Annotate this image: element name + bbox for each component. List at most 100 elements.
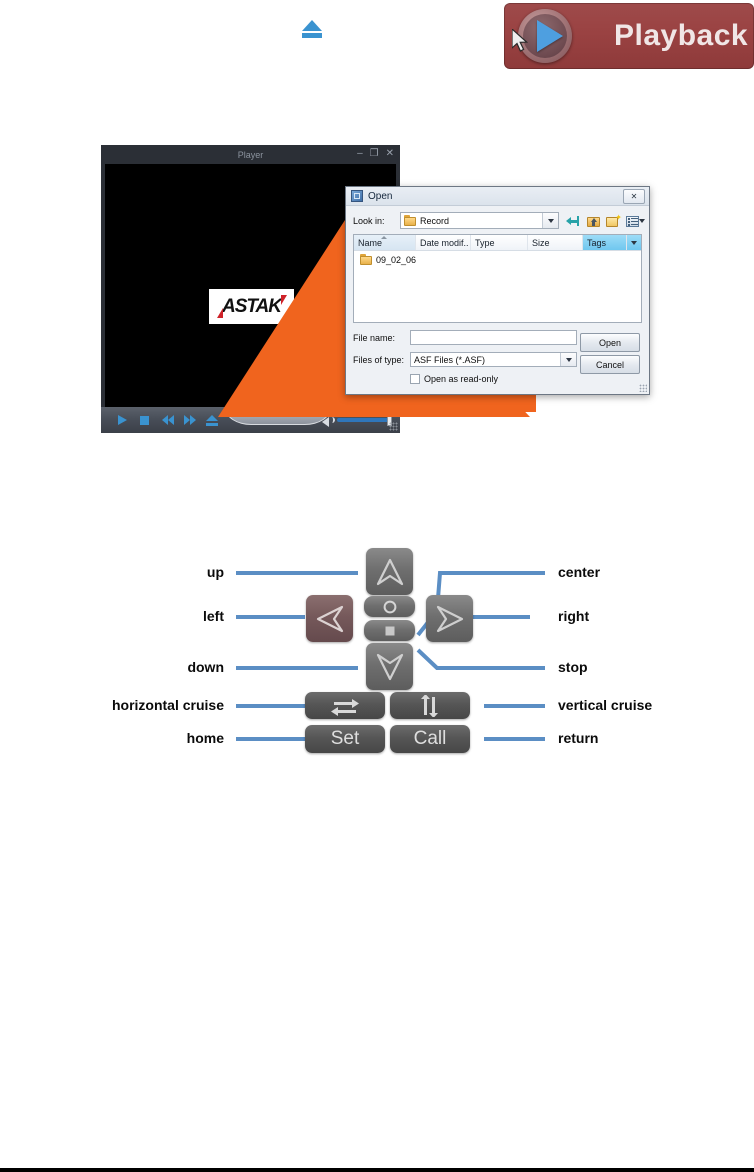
dialog-resize-grip[interactable] [639, 384, 647, 392]
page-canvas: Playback Player – ❐ ✕ ASTAK Open ✕ Look … [0, 0, 754, 1172]
close-button[interactable]: ✕ [386, 148, 394, 160]
look-in-row: Look in: Record ✦ [353, 212, 645, 229]
column-header-name[interactable]: Name [354, 235, 416, 250]
eject-icon [300, 20, 324, 44]
ptz-label-horizontal-cruise: horizontal cruise [111, 697, 224, 713]
ptz-label-stop: stop [558, 659, 588, 675]
column-header-tags-label: Tags [587, 237, 607, 248]
set-button-label: Set [330, 728, 360, 749]
eject-triangle [302, 20, 322, 31]
ptz-control-diagram: up left down horizontal cruise home cent… [0, 540, 754, 770]
fast-forward-button[interactable] [184, 414, 196, 426]
mouse-cursor-icon [512, 29, 528, 52]
playback-badge[interactable]: Playback [504, 3, 754, 69]
folder-icon [404, 215, 416, 226]
open-dialog-title: Open [368, 190, 393, 202]
views-icon[interactable] [625, 213, 645, 229]
files-of-type-dropdown-arrow[interactable] [560, 353, 576, 366]
astak-logo: ASTAK [209, 289, 294, 324]
up-button[interactable] [366, 548, 413, 595]
new-folder-icon[interactable]: ✦ [605, 213, 622, 229]
left-button[interactable] [306, 595, 353, 642]
files-of-type-label: Files of type: [353, 354, 405, 365]
open-button[interactable]: Open [580, 333, 640, 352]
eject-button[interactable] [206, 414, 218, 426]
files-of-type-value: ASF Files (*.ASF) [414, 354, 486, 365]
player-titlebar: Player – ❐ ✕ [101, 145, 400, 164]
right-button[interactable] [426, 595, 473, 642]
stop-button[interactable] [364, 620, 415, 641]
back-icon[interactable] [565, 213, 582, 229]
ptz-label-return: return [558, 730, 599, 746]
player-window-buttons: – ❐ ✕ [357, 148, 394, 160]
horizontal-arrows-icon [331, 698, 359, 716]
column-header-size[interactable]: Size [528, 235, 583, 250]
sort-ascending-icon [381, 236, 387, 239]
column-header-date-label: Date modif.. [420, 237, 469, 248]
down-arrow-icon [376, 653, 403, 680]
stop-button[interactable] [140, 414, 152, 426]
resize-grip[interactable] [389, 422, 398, 431]
right-arrow-icon [436, 605, 463, 632]
column-header-date[interactable]: Date modif.. [416, 235, 471, 250]
volume-icon [322, 415, 335, 427]
column-header-type-label: Type [475, 237, 495, 248]
seek-bar[interactable] [225, 408, 331, 433]
player-transport-controls [118, 414, 218, 426]
open-dialog: Open ✕ Look in: Record ✦ Name Date modif… [345, 186, 650, 395]
eject-bar [302, 33, 322, 38]
column-options-arrow[interactable] [627, 235, 641, 250]
square-icon [385, 626, 394, 635]
player-title: Player [237, 149, 264, 160]
call-button[interactable]: Call [390, 725, 470, 753]
horizontal-cruise-button[interactable] [305, 692, 385, 719]
ptz-label-left: left [203, 608, 224, 624]
up-arrow-icon [376, 558, 403, 585]
minimize-button[interactable]: – [357, 148, 363, 160]
look-in-dropdown-arrow[interactable] [542, 213, 558, 228]
rewind-button[interactable] [162, 414, 174, 426]
call-button-label: Call [413, 728, 447, 749]
list-item[interactable]: 09_02_06 [354, 251, 641, 265]
astak-accent-right [281, 295, 287, 305]
open-as-read-only-label: Open as read-only [424, 374, 499, 384]
dialog-app-icon [351, 190, 363, 202]
volume-slider[interactable] [337, 414, 392, 426]
column-header-tags[interactable]: Tags [583, 235, 627, 250]
open-as-read-only-checkbox[interactable] [410, 374, 420, 384]
player-control-bar [101, 407, 400, 433]
read-only-row: Open as read-only [353, 374, 642, 384]
volume-control[interactable] [322, 414, 392, 427]
column-header-size-label: Size [532, 237, 550, 248]
ptz-label-vertical-cruise: vertical cruise [558, 697, 653, 713]
ptz-label-center: center [558, 564, 601, 580]
file-list-headers: Name Date modif.. Type Size Tags [354, 235, 641, 251]
down-button[interactable] [366, 643, 413, 690]
file-name-input[interactable] [410, 330, 577, 345]
left-arrow-icon [316, 605, 343, 632]
cancel-button[interactable]: Cancel [580, 355, 640, 374]
look-in-label: Look in: [353, 215, 385, 226]
dialog-close-button[interactable]: ✕ [623, 188, 645, 204]
page-bottom-rule [0, 1168, 754, 1172]
look-in-combo[interactable]: Record [400, 212, 559, 229]
files-of-type-select[interactable]: ASF Files (*.ASF) [410, 352, 577, 367]
file-name-label: File name: [353, 332, 396, 343]
column-header-type[interactable]: Type [471, 235, 528, 250]
play-button[interactable] [118, 414, 130, 426]
column-header-name-label: Name [358, 237, 383, 248]
center-button[interactable] [364, 596, 415, 617]
set-button[interactable]: Set [305, 725, 385, 753]
vertical-cruise-button[interactable] [390, 692, 470, 719]
play-triangle-icon [537, 20, 563, 52]
file-list[interactable]: Name Date modif.. Type Size Tags 09_02_0… [353, 234, 642, 323]
up-folder-icon[interactable] [585, 213, 602, 229]
folder-icon [360, 254, 372, 265]
open-dialog-titlebar: Open ✕ [346, 187, 649, 206]
open-dialog-toolbar: ✦ [565, 213, 645, 229]
astak-logo-text: ASTAK [221, 295, 282, 317]
file-name: 09_02_06 [376, 254, 417, 265]
vertical-arrows-icon [421, 694, 438, 717]
restore-button[interactable]: ❐ [370, 148, 379, 160]
ptz-label-up: up [206, 564, 224, 580]
